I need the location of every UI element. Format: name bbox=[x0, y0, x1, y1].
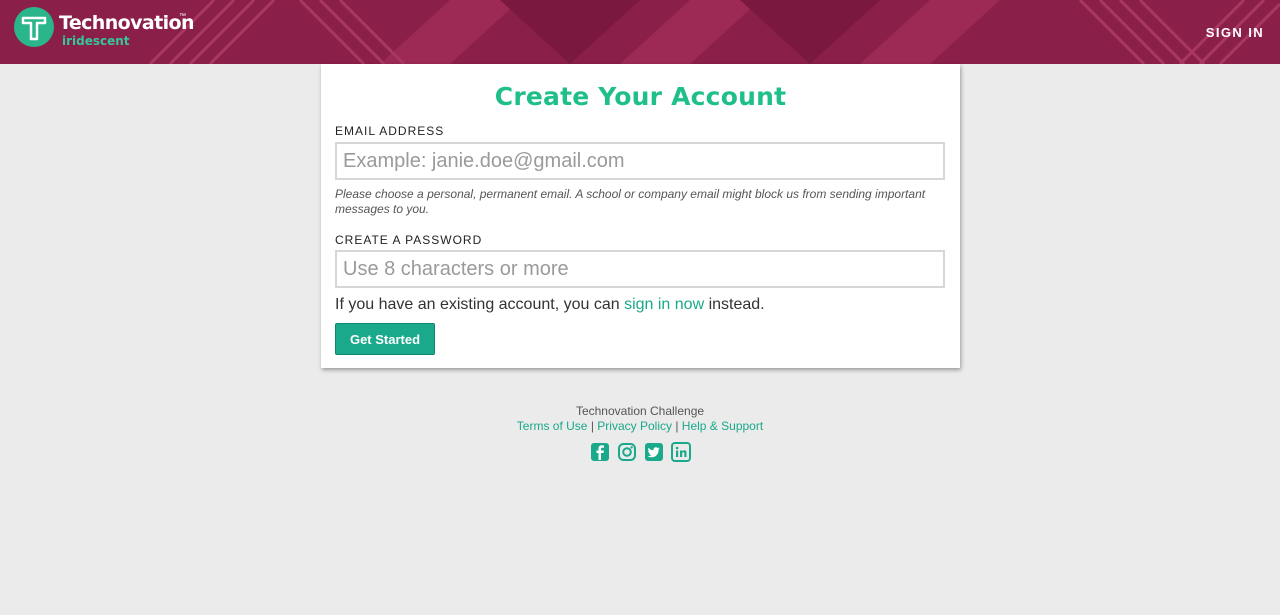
terms-link[interactable]: Terms of Use bbox=[517, 419, 588, 433]
get-started-button[interactable]: Get Started bbox=[335, 323, 435, 355]
linkedin-icon[interactable] bbox=[670, 442, 691, 462]
social-links bbox=[0, 442, 1280, 462]
logo-mark-icon bbox=[14, 7, 54, 47]
header-signin-link[interactable]: SIGN IN bbox=[1206, 25, 1264, 40]
footer-links: Terms of Use | Privacy Policy | Help & S… bbox=[0, 419, 1280, 434]
page-title: Create Your Account bbox=[494, 82, 787, 111]
email-field[interactable] bbox=[335, 142, 945, 180]
site-header: Technovation ™ iridescent SIGN IN bbox=[0, 0, 1280, 64]
existing-account-text: If you have an existing account, you can… bbox=[335, 296, 765, 314]
facebook-icon[interactable] bbox=[590, 442, 610, 462]
existing-suffix: instead. bbox=[704, 296, 765, 313]
brand-subname: iridescent bbox=[62, 34, 130, 48]
brand-logo[interactable]: Technovation ™ iridescent bbox=[14, 7, 204, 57]
brand-name: Technovation bbox=[59, 12, 194, 34]
email-label: EMAIL ADDRESS bbox=[335, 124, 445, 138]
signup-card: Create Your Account EMAIL ADDRESS Please… bbox=[321, 64, 960, 368]
twitter-icon[interactable] bbox=[644, 442, 664, 462]
privacy-link[interactable]: Privacy Policy bbox=[597, 419, 672, 433]
existing-prefix: If you have an existing account, you can bbox=[335, 296, 625, 313]
email-hint: Please choose a personal, permanent emai… bbox=[335, 187, 926, 216]
footer-separator: | bbox=[590, 419, 594, 433]
footer-org: Technovation Challenge bbox=[575, 404, 705, 418]
footer-separator: | bbox=[675, 419, 679, 433]
password-field[interactable] bbox=[335, 250, 945, 288]
site-footer: Technovation Challenge Terms of Use | Pr… bbox=[0, 404, 1280, 462]
instagram-icon[interactable] bbox=[617, 442, 637, 462]
help-link[interactable]: Help & Support bbox=[682, 419, 763, 433]
password-label: CREATE A PASSWORD bbox=[335, 233, 483, 247]
brand-trademark: ™ bbox=[179, 13, 186, 20]
signin-now-link[interactable]: sign in now bbox=[624, 296, 704, 313]
